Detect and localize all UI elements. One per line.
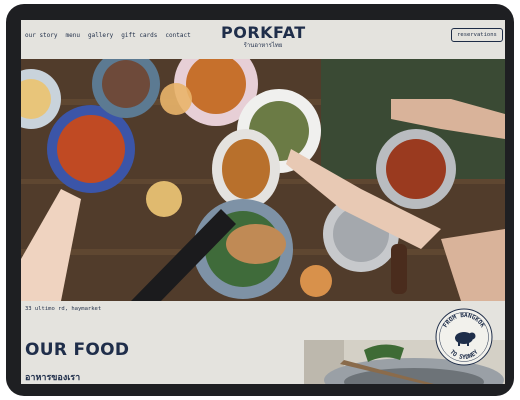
section-title: OUR FOOD — [25, 340, 130, 360]
hero-image — [21, 59, 505, 301]
from-bangkok-badge: FROM BANGKOK TO SYDNEY — [435, 308, 493, 366]
section-thai-title: อาหารของเรา — [25, 373, 81, 383]
nav-gallery[interactable]: gallery — [88, 32, 113, 39]
logo-name: PORKFAT — [221, 23, 306, 42]
nav-contact[interactable]: contact — [165, 32, 190, 39]
nav-gift-cards[interactable]: gift cards — [121, 32, 157, 39]
site-header: our story menu gallery gift cards contac… — [21, 20, 505, 59]
reservations-button[interactable]: reservations — [451, 28, 503, 42]
website-screen: our story menu gallery gift cards contac… — [21, 20, 505, 384]
logo-thai-subtitle: ร้านอาหารไทย — [243, 43, 283, 49]
page: our story menu gallery gift cards contac… — [0, 0, 520, 400]
site-logo[interactable]: PORKFAT ร้านอาหารไทย — [221, 24, 305, 50]
nav-menu[interactable]: menu — [66, 32, 80, 39]
hero-food-photo — [21, 59, 505, 301]
main-nav: our story menu gallery gift cards contac… — [25, 32, 191, 39]
nav-our-story[interactable]: our story — [25, 32, 58, 39]
restaurant-address: 33 ultimo rd, haymarket — [25, 306, 102, 312]
